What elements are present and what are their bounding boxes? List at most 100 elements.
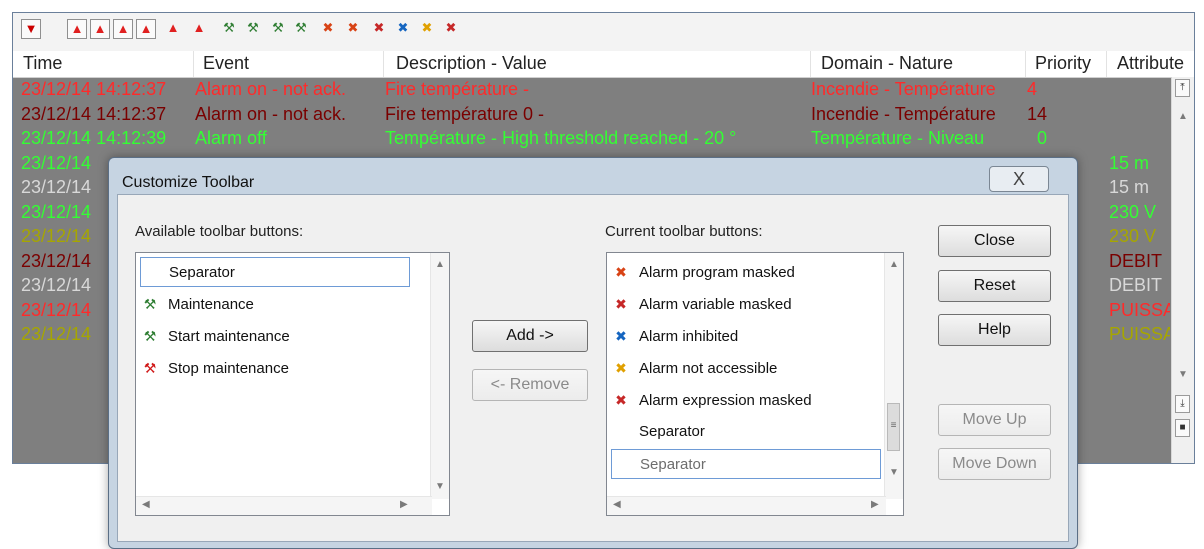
cell-time: 23/12/14 — [21, 201, 92, 222]
scroll-thumb[interactable]: ≡ — [887, 403, 900, 451]
scroll-right-arrow-icon[interactable]: ▶ — [400, 499, 408, 510]
list-item-label: Separator — [639, 423, 705, 440]
available-list-hscroll[interactable]: ◀ ▶ — [136, 496, 432, 515]
list-item-label: Alarm not accessible — [639, 360, 778, 377]
list-item[interactable]: ✖ Alarm program masked — [611, 257, 881, 287]
program-masked-icon[interactable]: ✖ — [343, 19, 363, 39]
cell-time: 23/12/14 — [21, 226, 92, 246]
available-list-vscroll[interactable]: ▲ ▼ — [430, 253, 449, 499]
cell-attribute: 15 m — [1109, 177, 1150, 197]
close-icon[interactable]: X — [989, 166, 1049, 192]
list-item[interactable]: ✖ Alarm not accessible — [611, 353, 881, 383]
alarm-list-scrollbar[interactable]: ⤒ ▲ ▼ ⤓ ■ — [1171, 77, 1194, 463]
cell-priority: 0 — [1037, 128, 1048, 148]
list-item[interactable]: ✖ Alarm inhibited — [611, 321, 881, 351]
column-divider[interactable] — [383, 51, 384, 77]
cell-description: Fire température 0 - — [385, 103, 545, 124]
scroll-down-arrow-icon[interactable]: ▼ — [1178, 369, 1188, 380]
maintenance-icon[interactable]: ⚒ — [219, 19, 239, 39]
col-domain[interactable]: Domain - Nature — [821, 53, 953, 74]
list-item[interactable]: ⚒ Stop maintenance — [140, 353, 410, 383]
scroll-left-arrow-icon[interactable]: ◀ — [142, 499, 150, 510]
column-divider[interactable] — [1025, 51, 1026, 77]
help-button[interactable]: Help — [938, 314, 1051, 346]
alarm-bell-icon[interactable]: ▲ — [90, 19, 110, 39]
list-item[interactable]: Separator — [611, 449, 881, 479]
list-item[interactable]: ⚒ Maintenance — [140, 289, 410, 319]
list-item[interactable]: ✖ Alarm variable masked — [611, 289, 881, 319]
cell-attribute: PUISSA — [1109, 324, 1170, 344]
reset-button[interactable]: Reset — [938, 270, 1051, 302]
col-event[interactable]: Event — [203, 53, 249, 74]
list-item[interactable]: Separator — [140, 257, 410, 287]
alarm-bell-icon[interactable]: ▲ — [163, 19, 183, 39]
dropdown-arrow-icon[interactable]: ▼ — [21, 19, 41, 39]
scroll-bottom-icon[interactable]: ⤓ — [1175, 395, 1190, 413]
cell-attribute: 230 V — [1109, 201, 1157, 222]
alarm-bell-icon[interactable]: ▲ — [67, 19, 87, 39]
col-attribute[interactable]: Attribute — [1117, 53, 1184, 74]
add-button[interactable]: Add -> — [472, 320, 588, 352]
scroll-down-arrow-icon[interactable]: ▼ — [435, 481, 445, 492]
column-divider[interactable] — [810, 51, 811, 77]
expression-masked-icon: ✖ — [615, 392, 627, 408]
list-item[interactable]: ✖ Alarm expression masked — [611, 385, 881, 415]
scroll-left-arrow-icon[interactable]: ◀ — [613, 499, 621, 510]
column-divider[interactable] — [193, 51, 194, 77]
program-masked-icon: ✖ — [615, 264, 627, 280]
list-item-label: Alarm expression masked — [639, 392, 812, 409]
cell-domain: Incendie - Température — [811, 79, 996, 99]
maintenance-icon[interactable]: ⚒ — [243, 19, 263, 39]
list-item-label: Stop maintenance — [168, 360, 289, 377]
maintenance-icon[interactable]: ⚒ — [268, 19, 288, 39]
table-row[interactable]: 23/12/14 14:12:37 Alarm on - not ack. Fire… — [13, 104, 1170, 128]
scroll-top-icon[interactable]: ⤒ — [1175, 79, 1190, 97]
list-item-label: Separator — [169, 264, 235, 281]
list-item-label: Start maintenance — [168, 328, 290, 345]
table-row[interactable]: 23/12/14 14:12:39 Alarm off Température - … — [13, 128, 1170, 152]
table-row[interactable]: 23/12/14 14:12:37 Alarm on - not ack. Fire… — [13, 79, 1170, 103]
scroll-up-arrow-icon[interactable]: ▲ — [889, 259, 899, 270]
current-list-vscroll[interactable]: ▲ ≡ ▼ — [884, 253, 903, 499]
not-accessible-icon[interactable]: ✖ — [417, 19, 437, 39]
move-down-button[interactable]: Move Down — [938, 448, 1051, 480]
alarm-bell-icon[interactable]: ▲ — [189, 19, 209, 39]
maintenance-icon[interactable]: ⚒ — [291, 19, 311, 39]
close-button[interactable]: Close — [938, 225, 1051, 257]
col-time[interactable]: Time — [23, 53, 62, 74]
cell-priority: 14 — [1027, 103, 1048, 124]
cell-time: 23/12/14 — [21, 152, 92, 173]
cell-time: 23/12/14 — [21, 250, 92, 271]
cell-domain: Température - Niveau — [811, 128, 985, 148]
available-buttons-list[interactable]: ▲ ▼ ◀ ▶ Separator ⚒ Maintenance ⚒ Start main… — [135, 252, 450, 516]
remove-button[interactable]: <- Remove — [472, 369, 588, 401]
program-masked-icon[interactable]: ✖ — [318, 19, 338, 39]
list-item[interactable]: ⚒ Start maintenance — [140, 321, 410, 351]
list-item[interactable]: Separator — [611, 417, 881, 447]
alarm-bell-icon[interactable]: ▲ — [113, 19, 133, 39]
inhibited-icon[interactable]: ✖ — [393, 19, 413, 39]
cell-time: 23/12/14 — [21, 275, 92, 295]
expression-masked-icon[interactable]: ✖ — [441, 19, 461, 39]
current-buttons-label: Current toolbar buttons: — [605, 223, 763, 240]
cell-time: 23/12/14 — [21, 324, 92, 344]
current-buttons-list[interactable]: ▲ ≡ ▼ ◀ ▶ ✖ Alarm program masked ✖ Alarm va… — [606, 252, 904, 516]
move-up-button[interactable]: Move Up — [938, 404, 1051, 436]
col-priority[interactable]: Priority — [1035, 53, 1091, 74]
alarm-bell-icon[interactable]: ▲ — [136, 19, 156, 39]
alarm-toolbar: ▼ ▲ ▲ ▲ ▲ ▲ ▲ ⚒ ⚒ ⚒ ⚒ ✖ ✖ ✖ ✖ ✖ ✖ — [13, 13, 1194, 52]
scroll-right-arrow-icon[interactable]: ▶ — [871, 499, 879, 510]
list-item-label: Alarm inhibited — [639, 328, 739, 345]
scroll-up-arrow-icon[interactable]: ▲ — [435, 259, 445, 270]
col-description[interactable]: Description - Value — [396, 53, 547, 74]
scroll-up-arrow-icon[interactable]: ▲ — [1178, 111, 1188, 122]
scroll-end-icon[interactable]: ■ — [1175, 419, 1190, 437]
cell-attribute: DEBIT — [1109, 250, 1163, 271]
scroll-down-arrow-icon[interactable]: ▼ — [889, 467, 899, 478]
dialog-body: Available toolbar buttons: Current toolb… — [117, 194, 1069, 542]
current-list-hscroll[interactable]: ◀ ▶ — [607, 496, 886, 515]
column-divider[interactable] — [1106, 51, 1107, 77]
variable-masked-icon[interactable]: ✖ — [369, 19, 389, 39]
list-item-label: Separator — [640, 456, 706, 473]
cell-description: Fire température - — [385, 79, 530, 99]
